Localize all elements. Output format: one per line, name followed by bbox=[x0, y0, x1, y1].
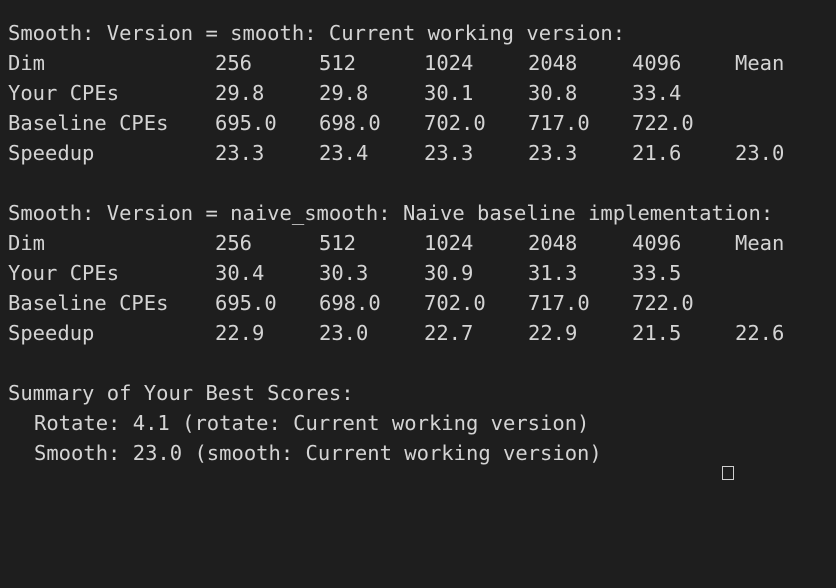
table-cell: 256 bbox=[215, 51, 253, 75]
table-cell: 256 bbox=[215, 231, 253, 255]
table-cell: 23.4 bbox=[319, 141, 369, 165]
table-cell: 21.5 bbox=[632, 321, 682, 345]
terminal-cursor bbox=[722, 466, 734, 480]
table-cell: 30.9 bbox=[424, 261, 474, 285]
table-row: Dim 256 512 1024 2048 4096 Mean bbox=[8, 48, 836, 78]
row-label: Dim bbox=[8, 231, 46, 255]
table-cell: 695.0 bbox=[215, 111, 277, 135]
table-cell: 22.7 bbox=[424, 321, 474, 345]
row-label: Your CPEs bbox=[8, 261, 120, 285]
row-label: Speedup bbox=[8, 141, 95, 165]
terminal-output[interactable]: Smooth: Version = smooth: Current workin… bbox=[8, 18, 836, 468]
table-cell: 29.8 bbox=[215, 81, 265, 105]
table-cell: 30.3 bbox=[319, 261, 369, 285]
table-cell: 23.3 bbox=[215, 141, 265, 165]
table-cell: 29.8 bbox=[319, 81, 369, 105]
table-cell: 1024 bbox=[424, 51, 474, 75]
summary-line-smooth: Smooth: 23.0 (smooth: Current working ve… bbox=[34, 441, 602, 465]
table-row: Your CPEs 29.8 29.8 30.1 30.8 33.4 bbox=[8, 78, 836, 108]
row-label: Speedup bbox=[8, 321, 95, 345]
table-cell: 22.9 bbox=[215, 321, 265, 345]
table-cell: 2048 bbox=[528, 51, 578, 75]
row-label: Your CPEs bbox=[8, 81, 120, 105]
table-row: Speedup 23.3 23.4 23.3 23.3 21.6 23.0 bbox=[8, 138, 836, 168]
table-cell: 22.6 bbox=[735, 321, 785, 345]
table-cell: 512 bbox=[319, 51, 357, 75]
table-cell: 702.0 bbox=[424, 111, 486, 135]
table-row: Baseline CPEs 695.0 698.0 702.0 717.0 72… bbox=[8, 288, 836, 318]
table-cell: 1024 bbox=[424, 231, 474, 255]
table-cell: 695.0 bbox=[215, 291, 277, 315]
row-label: Dim bbox=[8, 51, 46, 75]
table-row: Baseline CPEs 695.0 698.0 702.0 717.0 72… bbox=[8, 108, 836, 138]
table-cell: 30.8 bbox=[528, 81, 578, 105]
table-cell: 21.6 bbox=[632, 141, 682, 165]
section-header: Smooth: Version = naive_smooth: Naive ba… bbox=[8, 201, 774, 225]
table-cell: 4096 bbox=[632, 231, 682, 255]
table-cell: 717.0 bbox=[528, 291, 590, 315]
table-cell: 702.0 bbox=[424, 291, 486, 315]
table-cell: 512 bbox=[319, 231, 357, 255]
summary-title: Summary of Your Best Scores: bbox=[8, 381, 354, 405]
table-cell: 30.4 bbox=[215, 261, 265, 285]
table-cell: 23.0 bbox=[735, 141, 785, 165]
table-cell: 717.0 bbox=[528, 111, 590, 135]
row-label: Baseline CPEs bbox=[8, 111, 169, 135]
table-cell: 30.1 bbox=[424, 81, 474, 105]
table-cell: 33.5 bbox=[632, 261, 682, 285]
table-cell: 698.0 bbox=[319, 291, 381, 315]
table-cell: Mean bbox=[735, 231, 785, 255]
summary-line-rotate: Rotate: 4.1 (rotate: Current working ver… bbox=[34, 411, 590, 435]
table-cell: 23.3 bbox=[528, 141, 578, 165]
table-cell: 23.0 bbox=[319, 321, 369, 345]
table-cell: 722.0 bbox=[632, 111, 694, 135]
table-cell: 33.4 bbox=[632, 81, 682, 105]
row-label: Baseline CPEs bbox=[8, 291, 169, 315]
table-row: Dim 256 512 1024 2048 4096 Mean bbox=[8, 228, 836, 258]
table-cell: 22.9 bbox=[528, 321, 578, 345]
table-cell: 23.3 bbox=[424, 141, 474, 165]
table-row: Speedup 22.9 23.0 22.7 22.9 21.5 22.6 bbox=[8, 318, 836, 348]
table-row: Your CPEs 30.4 30.3 30.9 31.3 33.5 bbox=[8, 258, 836, 288]
table-cell: 698.0 bbox=[319, 111, 381, 135]
table-cell: Mean bbox=[735, 51, 785, 75]
table-cell: 4096 bbox=[632, 51, 682, 75]
table-cell: 2048 bbox=[528, 231, 578, 255]
section-header: Smooth: Version = smooth: Current workin… bbox=[8, 21, 626, 45]
table-cell: 722.0 bbox=[632, 291, 694, 315]
table-cell: 31.3 bbox=[528, 261, 578, 285]
